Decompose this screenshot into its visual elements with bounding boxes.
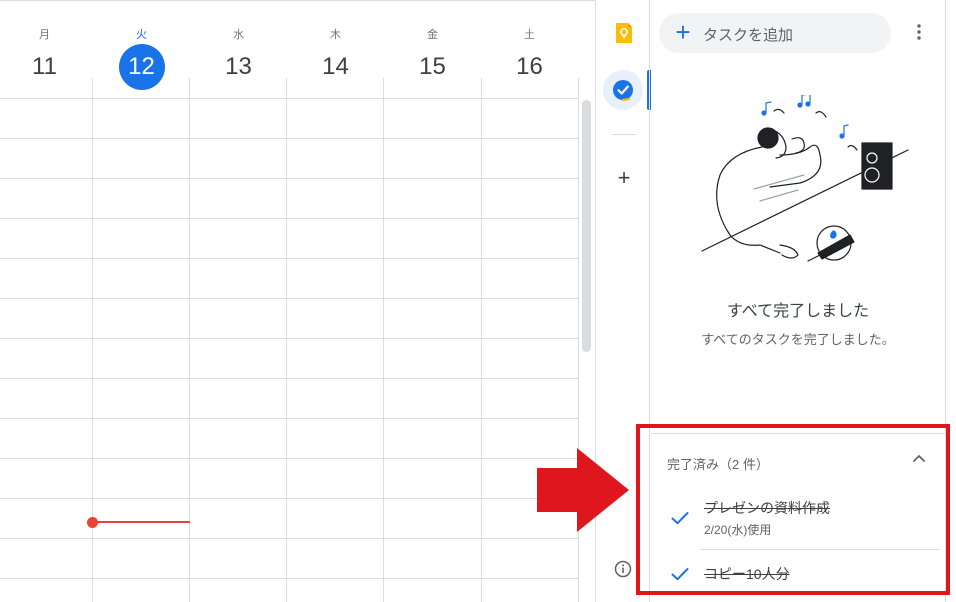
hour-line bbox=[0, 578, 578, 579]
day-number[interactable]: 14 bbox=[313, 44, 359, 90]
add-icon[interactable]: + bbox=[614, 167, 634, 189]
day-header-thu[interactable]: 木 14 bbox=[287, 0, 384, 98]
hour-line bbox=[0, 538, 578, 539]
day-header-sat[interactable]: 土 16 bbox=[481, 0, 578, 98]
add-task-button[interactable]: + タスクを追加 bbox=[659, 13, 891, 53]
hour-line bbox=[0, 258, 578, 259]
info-icon[interactable] bbox=[614, 560, 632, 578]
current-time-dot bbox=[87, 517, 98, 528]
hour-line bbox=[0, 338, 578, 339]
hour-line bbox=[0, 498, 578, 499]
grid-column-line bbox=[189, 78, 190, 602]
day-of-week: 土 bbox=[524, 29, 535, 41]
tasks-button[interactable] bbox=[603, 70, 643, 110]
keep-icon[interactable] bbox=[614, 22, 634, 44]
plus-icon: + bbox=[675, 17, 691, 47]
hour-line bbox=[0, 298, 578, 299]
rail-divider bbox=[612, 134, 636, 135]
day-of-week: 金 bbox=[427, 29, 438, 41]
hour-line bbox=[0, 378, 578, 379]
more-vert-icon[interactable] bbox=[912, 22, 926, 42]
calendar-scrollbar[interactable] bbox=[582, 100, 591, 352]
all-done-illustration bbox=[701, 95, 909, 262]
day-header-mon[interactable]: 月 11 bbox=[0, 0, 93, 98]
day-of-week: 水 bbox=[233, 29, 244, 41]
arrow-right-icon bbox=[537, 448, 629, 532]
highlight-box bbox=[636, 424, 950, 595]
day-number[interactable]: 15 bbox=[410, 44, 456, 90]
day-number[interactable]: 13 bbox=[216, 44, 262, 90]
hour-line bbox=[0, 98, 578, 99]
day-of-week: 月 bbox=[39, 29, 50, 41]
day-of-week: 木 bbox=[330, 29, 341, 41]
add-task-label: タスクを追加 bbox=[703, 27, 794, 44]
day-header-tue[interactable]: 火 12 bbox=[93, 0, 190, 98]
hour-line bbox=[0, 418, 578, 419]
week-calendar: 月 11 火 12 水 13 木 14 金 15 土 16 bbox=[0, 0, 596, 602]
today-day-number[interactable]: 12 bbox=[118, 44, 165, 90]
grid-column-line bbox=[481, 78, 482, 602]
tasks-icon bbox=[613, 80, 633, 102]
hour-line bbox=[0, 218, 578, 219]
grid-column-line bbox=[383, 78, 384, 602]
empty-state-subtitle: すべてのタスクを完了しました。 bbox=[701, 332, 895, 347]
day-of-week: 火 bbox=[136, 29, 147, 41]
empty-state-title: すべて完了しました bbox=[726, 303, 870, 320]
day-header-wed[interactable]: 水 13 bbox=[190, 0, 287, 98]
day-number[interactable]: 11 bbox=[22, 44, 68, 90]
current-time-line bbox=[92, 521, 190, 523]
day-number[interactable]: 16 bbox=[507, 44, 553, 90]
day-header-fri[interactable]: 金 15 bbox=[384, 0, 481, 98]
hour-line bbox=[0, 178, 578, 179]
hour-line bbox=[0, 458, 578, 459]
grid-column-line bbox=[286, 78, 287, 602]
hour-line bbox=[0, 138, 578, 139]
